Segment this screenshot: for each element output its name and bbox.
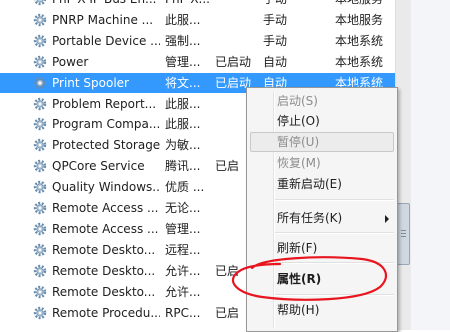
gear-icon	[33, 285, 47, 299]
service-name: Remote Access ...	[52, 198, 160, 218]
menu-item-all-tasks[interactable]: 所有任务(K)	[277, 208, 342, 228]
service-name: PnP-X IP Bus En...	[52, 0, 160, 9]
menu-item-restart[interactable]: 重新启动(E)	[277, 174, 342, 194]
menu-gutter	[273, 91, 275, 328]
gear-icon	[33, 243, 47, 257]
context-menu: 启动(S) 停止(O) 暂停(U) 恢复(M) 重新启动(E) 所有任务(K) …	[246, 87, 398, 332]
menu-item-start[interactable]: 启动(S)	[277, 91, 318, 111]
menu-separator	[275, 262, 394, 264]
service-name: Portable Device ...	[52, 31, 160, 51]
gear-icon	[33, 264, 47, 278]
menu-item-properties[interactable]: 属性(R)	[277, 269, 321, 289]
service-row[interactable]: PnP-X IP Bus En... PnP-X... 手动 本地服务	[0, 0, 395, 9]
gear-icon	[33, 97, 47, 111]
service-name: Protected Storage	[52, 135, 160, 155]
gear-icon	[33, 76, 47, 90]
service-logon-as: 本地系统	[335, 31, 395, 51]
gear-icon	[33, 55, 47, 69]
service-name: Print Spooler	[52, 73, 160, 93]
service-name: QPCore Service	[52, 156, 160, 176]
menu-item-pause[interactable]: 暂停(U)	[277, 132, 319, 152]
submenu-arrow-icon	[385, 215, 389, 223]
gear-icon	[33, 159, 47, 173]
service-description: 允许...	[165, 261, 209, 281]
service-description: 此服...	[165, 94, 209, 114]
service-name: Remote Deskto...	[52, 282, 160, 302]
service-description: PnP-X...	[165, 0, 209, 9]
menu-hover-highlight	[250, 132, 394, 152]
service-description: 强制...	[165, 31, 209, 51]
service-description: 远程...	[165, 240, 209, 260]
service-name: Remote Deskto...	[52, 261, 160, 281]
gear-icon	[33, 34, 47, 48]
service-description: 此服...	[165, 114, 209, 134]
scrollbar-thumb[interactable]	[397, 203, 410, 265]
gear-icon	[33, 0, 47, 6]
service-status: 已启动	[215, 52, 259, 72]
service-description: 此服...	[165, 10, 209, 30]
service-name: Quality Windows...	[52, 177, 160, 197]
service-startup-type: 手动	[263, 31, 313, 51]
service-description: 将文...	[165, 73, 209, 93]
service-startup-type: 手动	[263, 0, 313, 9]
adjacent-pane	[411, 0, 450, 330]
service-row[interactable]: Power管理... 已启动自动 本地系统	[0, 52, 395, 72]
gear-icon	[33, 222, 47, 236]
service-name: Problem Report...	[52, 94, 160, 114]
menu-separator	[275, 232, 394, 234]
service-description: 管理...	[165, 219, 209, 239]
service-name: Power	[52, 52, 160, 72]
service-description: 腾讯...	[165, 156, 209, 176]
service-description: 无论...	[165, 198, 209, 218]
service-logon-as: 本地服务	[335, 10, 395, 30]
service-logon-as: 本地系统	[335, 52, 395, 72]
menu-separator	[275, 199, 394, 201]
service-name: PNRP Machine ...	[52, 10, 160, 30]
service-name: Remote Deskto...	[52, 240, 160, 260]
service-description: 为敏...	[165, 135, 209, 155]
gear-icon	[33, 13, 47, 27]
gear-icon	[33, 180, 47, 194]
menu-item-help[interactable]: 帮助(H)	[277, 300, 319, 320]
gear-icon	[33, 201, 47, 215]
service-startup-type: 自动	[263, 52, 313, 72]
service-row[interactable]: PNRP Machine ...此服... 手动 本地服务	[0, 10, 395, 30]
service-name: Remote Access ...	[52, 219, 160, 239]
service-row[interactable]: Portable Device ...强制... 手动 本地系统	[0, 31, 395, 51]
service-logon-as: 本地服务	[335, 0, 395, 9]
service-description: RPC...	[165, 303, 209, 323]
service-name: Program Compa...	[52, 114, 160, 134]
service-description: 优质 ...	[165, 177, 209, 197]
service-startup-type: 手动	[263, 10, 313, 30]
menu-item-all-tasks-label: 所有任务(K)	[277, 211, 342, 225]
service-name: Remote Procedu...	[52, 303, 160, 323]
menu-item-resume[interactable]: 恢复(M)	[277, 153, 321, 173]
menu-item-refresh[interactable]: 刷新(F)	[277, 238, 317, 258]
service-description: 管理...	[165, 52, 209, 72]
service-description: 允许...	[165, 282, 209, 302]
menu-item-stop[interactable]: 停止(O)	[277, 111, 320, 131]
menu-separator	[275, 294, 394, 296]
gear-icon	[33, 117, 47, 131]
gear-icon	[33, 306, 47, 320]
gear-icon	[33, 138, 47, 152]
